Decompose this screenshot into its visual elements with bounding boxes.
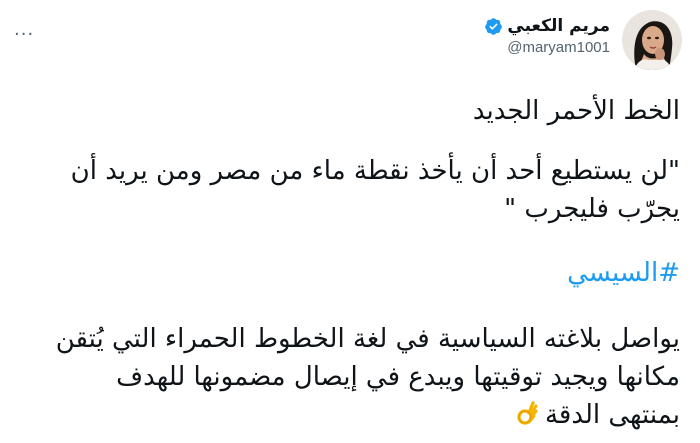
tweet-paragraph-line-3: بمنتهى الدقة: [544, 400, 680, 430]
more-options-icon[interactable]: ···: [14, 24, 34, 45]
tweet-paragraph-line-1: يواصل بلاغته السياسية في لغة الخطوط الحم…: [55, 324, 680, 354]
tweet-header: ··· مريم الكعبي @maryam1001: [10, 10, 682, 80]
ok-hand-emoji-icon: [517, 401, 538, 425]
tweet-paragraph-line-2: مكانها ويجيد توقيتها ويبدع في إيصال مضمو…: [116, 362, 680, 392]
tweet-card: ··· مريم الكعبي @maryam1001 الخط الأحمر …: [0, 0, 700, 443]
avatar[interactable]: [622, 10, 682, 70]
author-info: مريم الكعبي @maryam1001: [484, 16, 610, 56]
author-name-row: مريم الكعبي: [484, 16, 610, 36]
hashtag-link[interactable]: #السيسي: [567, 258, 680, 288]
author-name[interactable]: مريم الكعبي: [507, 16, 610, 36]
tweet-body: الخط الأحمر الجديد "لن يستطيع أحد أن يأخ…: [30, 92, 680, 434]
hashtag-line: #السيسي: [30, 254, 680, 292]
tweet-title: الخط الأحمر الجديد: [472, 96, 680, 126]
tweet-quote-line-2: يجرّب فليجرب ": [504, 194, 680, 224]
tweet-quote-line-1: "لن يستطيع أحد أن يأخذ نقطة ماء من مصر و…: [70, 156, 680, 186]
verified-badge-icon: [485, 17, 503, 35]
author-handle[interactable]: @maryam1001: [484, 39, 610, 56]
avatar-image: [622, 10, 682, 70]
tweet-paragraph-line-3-row: بمنتهى الدقة: [30, 396, 680, 434]
